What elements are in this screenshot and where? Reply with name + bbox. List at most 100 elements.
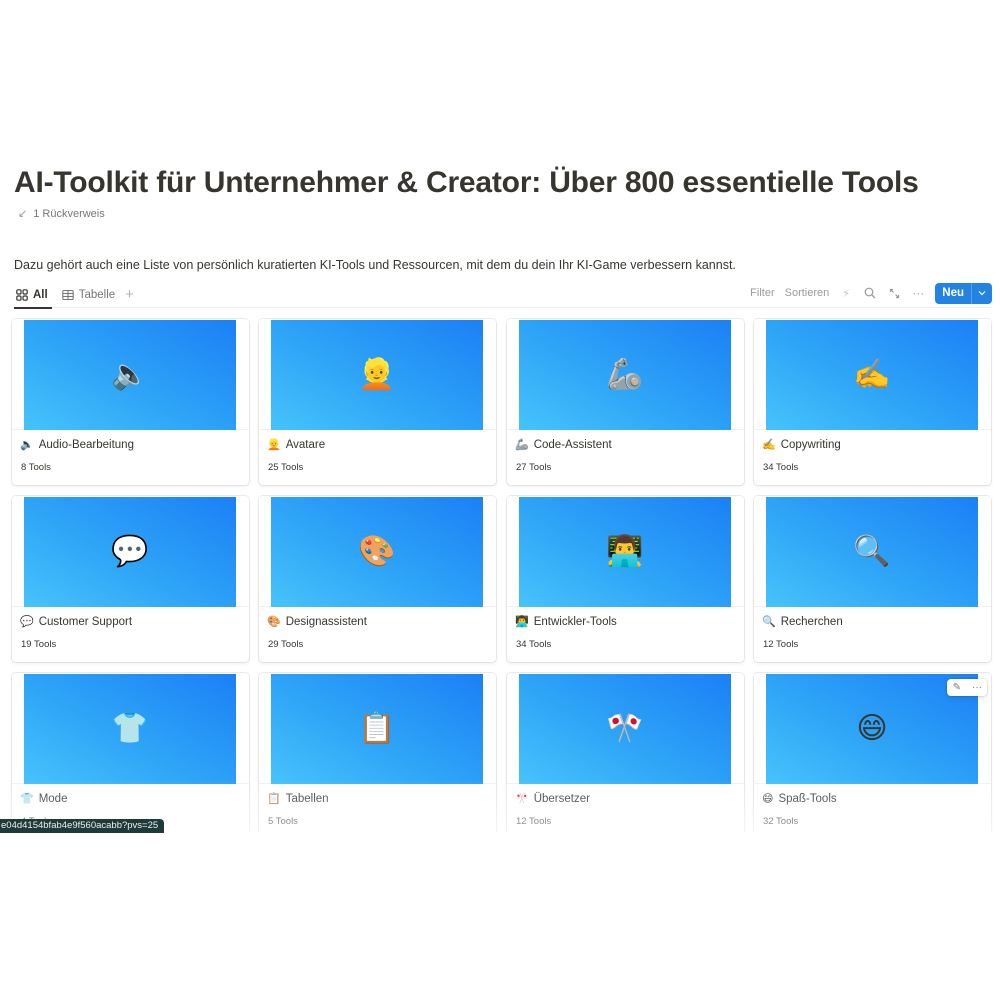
card-title-emoji-icon: 🔈 — [20, 439, 34, 451]
card-cover-image: 👨‍💻 — [519, 497, 731, 607]
card-title-emoji-icon: ✍️ — [762, 439, 776, 451]
gallery-card[interactable]: 🔈 🔈 Audio-Bearbeitung 8 Tools — [12, 319, 249, 485]
more-options-icon[interactable]: ··· — [911, 286, 925, 300]
database-view-bar: All Tabelle + Filter Sortieren ⚡ ··· Neu — [12, 282, 992, 309]
card-title-text: Spaß-Tools — [778, 792, 837, 805]
card-title-emoji-icon: 👕 — [20, 793, 34, 805]
card-cover-image: 👕 — [24, 674, 236, 784]
gallery-card[interactable]: 👕👕Mode4 Tools — [12, 673, 249, 839]
blank-area — [0, 832, 1000, 1000]
card-title: ✍️ Copywriting — [762, 438, 841, 452]
card-title-emoji-icon: 👨‍💻 — [515, 616, 529, 628]
backlinks-link[interactable]: ↙ 1 Rückverweis — [18, 207, 105, 221]
automation-lightning-icon[interactable]: ⚡ — [839, 286, 853, 300]
more-options-icon[interactable]: ··· — [967, 679, 987, 696]
gallery-card[interactable]: 😄 😄 Spaß-Tools 32 Tools ✎ ··· — [754, 673, 991, 839]
card-tool-count: 19 Tools — [21, 639, 57, 650]
card-title: 🔍 Recherchen — [762, 615, 843, 629]
card-title: 🎨 Designassistent — [267, 615, 367, 629]
card-tool-count: 32 Tools — [763, 816, 799, 827]
gallery-card[interactable]: 🔍 🔍 Recherchen 12 Tools — [754, 496, 991, 662]
card-title: 😄 Spaß-Tools — [762, 792, 837, 806]
card-cover-emoji-icon: 📋 — [358, 712, 396, 745]
card-title: 📋 Tabellen — [267, 792, 329, 806]
card-tool-count: 29 Tools — [268, 639, 304, 650]
card-tool-count: 5 Tools — [268, 816, 298, 827]
sort-button[interactable]: Sortieren — [785, 287, 830, 299]
card-cover: 🎨 — [259, 496, 496, 607]
card-cover-emoji-icon: 🔍 — [853, 535, 891, 568]
card-tool-count: 12 Tools — [516, 816, 552, 827]
expand-icon[interactable] — [887, 286, 901, 300]
page-description: Dazu gehört auch eine Liste von persönli… — [14, 258, 736, 272]
card-cover-image: 🦾 — [519, 320, 731, 430]
search-icon[interactable] — [863, 286, 877, 300]
edit-icon[interactable]: ✎ — [947, 679, 967, 696]
gallery-card[interactable]: 📋 📋 Tabellen 5 Tools — [259, 673, 496, 839]
card-cover: 📋 — [259, 673, 496, 784]
card-title-text: Designassistent — [285, 615, 367, 628]
chevron-down-icon[interactable] — [971, 282, 992, 304]
gallery-card[interactable]: 👱 👱 Avatare 25 Tools — [259, 319, 496, 485]
card-cover-emoji-icon: 👨‍💻 — [606, 535, 644, 568]
card-title-text: Recherchen — [780, 615, 843, 628]
add-view-button[interactable]: + — [119, 282, 140, 308]
card-cover-image: 🔍 — [766, 497, 978, 607]
card-title-text: Audio-Bearbeitung — [38, 438, 134, 451]
card-tool-count: 12 Tools — [763, 639, 799, 650]
card-title-text: Avatare — [285, 438, 326, 451]
card-tool-count: 8 Tools — [21, 462, 51, 473]
gallery-card[interactable]: 🎨 🎨 Designassistent 29 Tools — [259, 496, 496, 662]
view-tabs: All Tabelle + — [12, 282, 140, 309]
card-title-emoji-icon: 😄 — [762, 793, 774, 805]
card-tool-count: 27 Tools — [516, 462, 552, 473]
tab-tabelle[interactable]: Tabelle — [58, 282, 119, 308]
card-cover: 🔍 — [754, 496, 991, 607]
card-title-emoji-icon: 💬 — [20, 616, 34, 628]
card-title-text: Entwickler-Tools — [533, 615, 617, 628]
card-cover-image: 📋 — [271, 674, 483, 784]
card-cover-image: 👱 — [271, 320, 483, 430]
card-tool-count: 34 Tools — [763, 462, 799, 473]
card-cover: 🦾 — [507, 319, 744, 430]
card-title-text: Tabellen — [285, 792, 329, 805]
card-cover-emoji-icon: ✍️ — [853, 358, 891, 391]
card-title-emoji-icon: 🔍 — [762, 616, 776, 628]
card-cover-image: 💬 — [24, 497, 236, 607]
gallery-card[interactable]: 🦾 🦾 Code-Assistent 27 Tools — [507, 319, 744, 485]
table-icon — [61, 289, 74, 301]
card-title-emoji-icon: 🦾 — [515, 439, 529, 451]
card-cover-image: 🔈 — [24, 320, 236, 430]
card-title-text: Mode — [38, 792, 68, 805]
card-title-emoji-icon: 📋 — [267, 793, 281, 805]
gallery-card[interactable]: ✍️ ✍️ Copywriting 34 Tools — [754, 319, 991, 485]
tab-tabelle-label: Tabelle — [78, 289, 116, 301]
card-tool-count: 34 Tools — [516, 639, 552, 650]
gallery-card[interactable]: 🎌 🎌 Übersetzer 12 Tools — [507, 673, 744, 839]
page-title: AI-Toolkit für Unternehmer & Creator: Üb… — [14, 166, 919, 199]
card-cover: 💬 — [12, 496, 249, 607]
new-button-label[interactable]: Neu — [935, 287, 971, 299]
card-cover-image: 🎌 — [519, 674, 731, 784]
card-title-text: Code-Assistent — [533, 438, 612, 451]
card-cover-emoji-icon: 🎨 — [358, 535, 396, 568]
card-cover-emoji-icon: 👱 — [358, 358, 396, 391]
card-title-emoji-icon: 🎌 — [515, 793, 529, 805]
card-title: 👕 Mode — [20, 792, 68, 806]
card-title-text: Customer Support — [38, 615, 133, 628]
new-button[interactable]: Neu — [935, 282, 992, 304]
card-title: 👨‍💻 Entwickler-Tools — [515, 615, 617, 629]
filter-button[interactable]: Filter — [750, 287, 774, 299]
card-title: 🎌 Übersetzer — [515, 792, 590, 806]
database-toolbar: Filter Sortieren ⚡ ··· Neu — [750, 282, 992, 304]
card-cover: 🔈 — [12, 319, 249, 430]
card-cover-emoji-icon: 🔈 — [111, 358, 149, 391]
gallery-card[interactable]: 👨‍💻 👨‍💻 Entwickler-Tools 34 Tools — [507, 496, 744, 662]
backlink-arrow-icon: ↙ — [18, 208, 28, 220]
card-hover-actions: ✎ ··· — [947, 679, 987, 696]
card-cover-emoji-icon: 🦾 — [606, 358, 644, 391]
card-title-text: Übersetzer — [533, 792, 590, 805]
card-tool-count: 25 Tools — [268, 462, 304, 473]
tab-all[interactable]: All — [12, 282, 52, 309]
gallery-card[interactable]: 💬 💬 Customer Support 19 Tools — [12, 496, 249, 662]
